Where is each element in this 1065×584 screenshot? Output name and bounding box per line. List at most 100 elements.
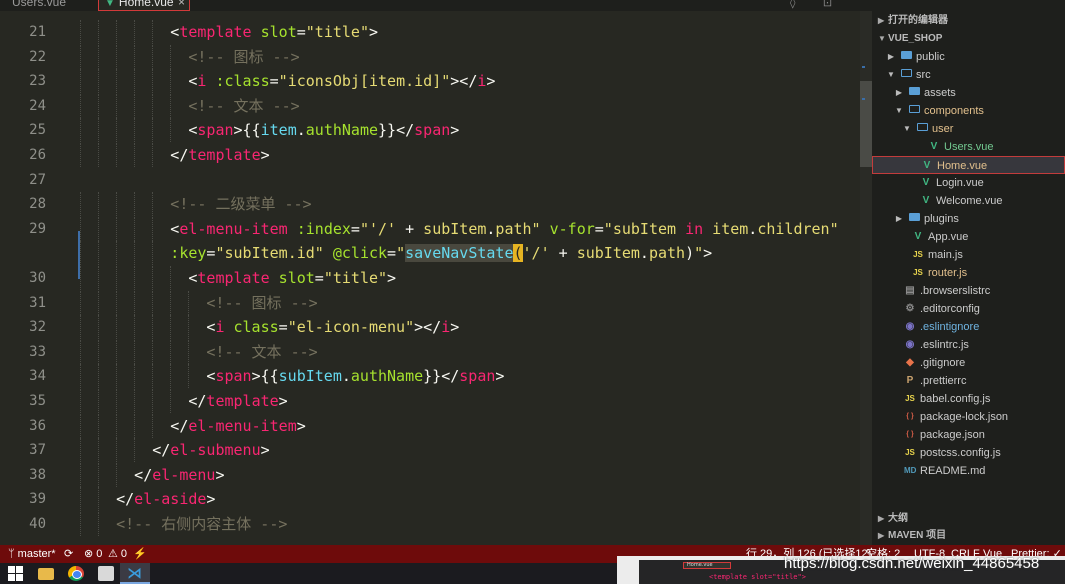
tree-item[interactable]: JS postcss.config.js <box>872 444 1065 462</box>
chevron-down-icon[interactable]: ▼ <box>894 102 904 120</box>
tree-item[interactable]: V App.vue <box>872 228 1065 246</box>
vue-file-icon: V <box>922 195 930 206</box>
code-token: subItem <box>423 219 487 238</box>
code-line[interactable]: 39 </el-aside> <box>0 487 860 512</box>
code-line[interactable]: 25 <span>{{item.authName}}</span> <box>0 118 860 143</box>
code-text: <i class="el-icon-menu"></i> <box>206 315 459 339</box>
project-section[interactable]: ▼ VUE_SHOP <box>872 30 1065 48</box>
tree-item[interactable]: ▶ public <box>872 48 1065 66</box>
indent-guide <box>152 69 154 94</box>
vscode-icon: ⋊ <box>127 564 142 582</box>
code-line[interactable]: 38 </el-menu> <box>0 462 860 487</box>
code-token: " <box>396 244 406 263</box>
warnings-count[interactable]: ⚠ 0 <box>108 545 127 563</box>
tree-item[interactable]: V Login.vue <box>872 174 1065 192</box>
code-line[interactable]: 22 <!-- 图标 --> <box>0 44 860 69</box>
tree-item[interactable]: V Welcome.vue <box>872 192 1065 210</box>
indent-guide <box>98 487 100 512</box>
indent-guide <box>98 462 100 487</box>
tree-item[interactable]: P .prettierrc <box>872 372 1065 390</box>
code-editor[interactable]: 21 <template slot="title"> 22 <!-- 图标 --> 23… <box>0 11 860 545</box>
code-line[interactable]: 31 <!-- 图标 --> <box>0 290 860 315</box>
tree-item[interactable]: JS router.js <box>872 264 1065 282</box>
tree-item[interactable]: ▼ src <box>872 66 1065 84</box>
code-line[interactable]: 34 <span>{{subItem.authName}}</span> <box>0 364 860 389</box>
indent-guide <box>80 413 81 438</box>
code-token: <!-- 二级菜单 --> <box>170 195 312 214</box>
tree-item[interactable]: ⚙ .editorconfig <box>872 300 1065 318</box>
code-line[interactable]: 28 <!-- 二级菜单 --> <box>0 192 860 217</box>
code-line[interactable]: 23 <i :class="iconsObj[item.id]"></i> <box>0 69 860 94</box>
tree-item[interactable]: ◉ .eslintignore <box>872 318 1065 336</box>
tree-item[interactable]: V Home.vue <box>872 156 1065 174</box>
code-text: :key="subItem.id" @click="saveNavState('… <box>170 241 712 265</box>
chevron-right-icon[interactable]: ▶ <box>886 48 896 66</box>
code-line[interactable]: 36 </el-menu-item> <box>0 413 860 438</box>
tree-item[interactable]: ▼ user <box>872 120 1065 138</box>
tab-home-vue[interactable]: ▼ Home.vue × <box>98 0 190 11</box>
code-line[interactable]: 30 <template slot="title"> <box>0 266 860 290</box>
chrome-icon[interactable] <box>68 566 84 581</box>
tree-item-label: .eslintignore <box>920 321 980 333</box>
errors-count[interactable]: ⊗ 0 <box>84 545 102 563</box>
indent-guide <box>98 216 100 241</box>
chevron-down-icon[interactable]: ▼ <box>902 120 912 138</box>
code-line[interactable]: 29 <el-menu-item :index="'/' + subItem.pa… <box>0 216 860 241</box>
tree-item[interactable]: ▤ .browserslistrc <box>872 282 1065 300</box>
code-line[interactable]: 26 </template> <box>0 143 860 167</box>
code-text: </el-aside> <box>116 487 215 511</box>
open-editors-section[interactable]: ▶ 打开的编辑器 <box>872 12 1065 30</box>
vertical-scrollbar[interactable] <box>860 11 872 545</box>
tree-item[interactable]: ◆ .gitignore <box>872 354 1065 372</box>
code-token: :key <box>170 244 207 263</box>
scrollbar-thumb[interactable] <box>860 81 872 167</box>
tree-item[interactable]: JS babel.config.js <box>872 390 1065 408</box>
code-text: <el-menu-item :index="'/' + subItem.path… <box>170 217 838 241</box>
code-text: <template slot="title"> <box>170 20 378 44</box>
line-number: 23 <box>29 73 46 90</box>
code-line[interactable]: 27 <box>0 168 860 192</box>
tree-item[interactable]: { } package-lock.json <box>872 408 1065 426</box>
chevron-right-icon[interactable]: ▶ <box>894 84 904 102</box>
close-icon[interactable]: × <box>178 0 185 11</box>
chevron-down-icon[interactable]: ▼ <box>886 66 896 84</box>
lightning-icon[interactable]: ⚡ <box>133 545 147 563</box>
app-icon[interactable] <box>98 566 114 581</box>
code-line[interactable]: 24 <!-- 文本 --> <box>0 93 860 118</box>
tree-item[interactable]: ◉ .eslintrc.js <box>872 336 1065 354</box>
code-line[interactable]: 35 </template> <box>0 389 860 413</box>
chevron-right-icon[interactable]: ▶ <box>894 210 904 228</box>
editor-actions-icons[interactable]: ◊ ⊡ ⋯ <box>790 0 872 11</box>
tree-item[interactable]: JS main.js <box>872 246 1065 264</box>
code-line[interactable]: 40 <!-- 右侧内容主体 --> <box>0 512 860 536</box>
tab-label: Users.vue <box>12 0 67 9</box>
folder-icon-wrap <box>908 102 920 120</box>
code-line[interactable]: 37 </el-submenu> <box>0 438 860 463</box>
maven-section[interactable]: ▶ MAVEN 项目 <box>872 527 1065 545</box>
indent-guide <box>134 241 136 266</box>
git-branch[interactable]: ᛘ master* <box>8 545 56 563</box>
code-text: <i :class="iconsObj[item.id]"></i> <box>188 69 495 93</box>
tree-item[interactable]: ▶ plugins <box>872 210 1065 228</box>
tree-item[interactable]: V Users.vue <box>872 138 1065 156</box>
code-line[interactable]: 32 <i class="el-icon-menu"></i> <box>0 315 860 340</box>
code-line[interactable]: 33 <!-- 文本 --> <box>0 339 860 364</box>
tree-item[interactable]: { } package.json <box>872 426 1065 444</box>
windows-start-icon[interactable] <box>8 566 24 581</box>
tree-item[interactable]: MD README.md <box>872 462 1065 480</box>
code-token: children <box>757 219 830 238</box>
sync-icon[interactable]: ⟳ <box>64 545 73 563</box>
indent-guide <box>98 69 100 94</box>
watermark: https://blog.csdn.net/weixin_44865458 <box>784 555 1040 572</box>
indent-guide <box>134 290 136 315</box>
code-line[interactable]: :key="subItem.id" @click="saveNavState('… <box>0 241 860 266</box>
code-line[interactable]: 21 <template slot="title"> <box>0 20 860 44</box>
outline-section[interactable]: ▶ 大纲 <box>872 510 1065 528</box>
tree-item[interactable]: ▼ components <box>872 102 1065 120</box>
file-explorer-icon[interactable] <box>38 568 54 580</box>
indent-guide <box>134 192 136 217</box>
tab-users-vue[interactable]: Users.vue <box>6 0 72 11</box>
indent-guide <box>116 389 118 413</box>
tree-item[interactable]: ▶ assets <box>872 84 1065 102</box>
indent-guide <box>116 266 118 290</box>
